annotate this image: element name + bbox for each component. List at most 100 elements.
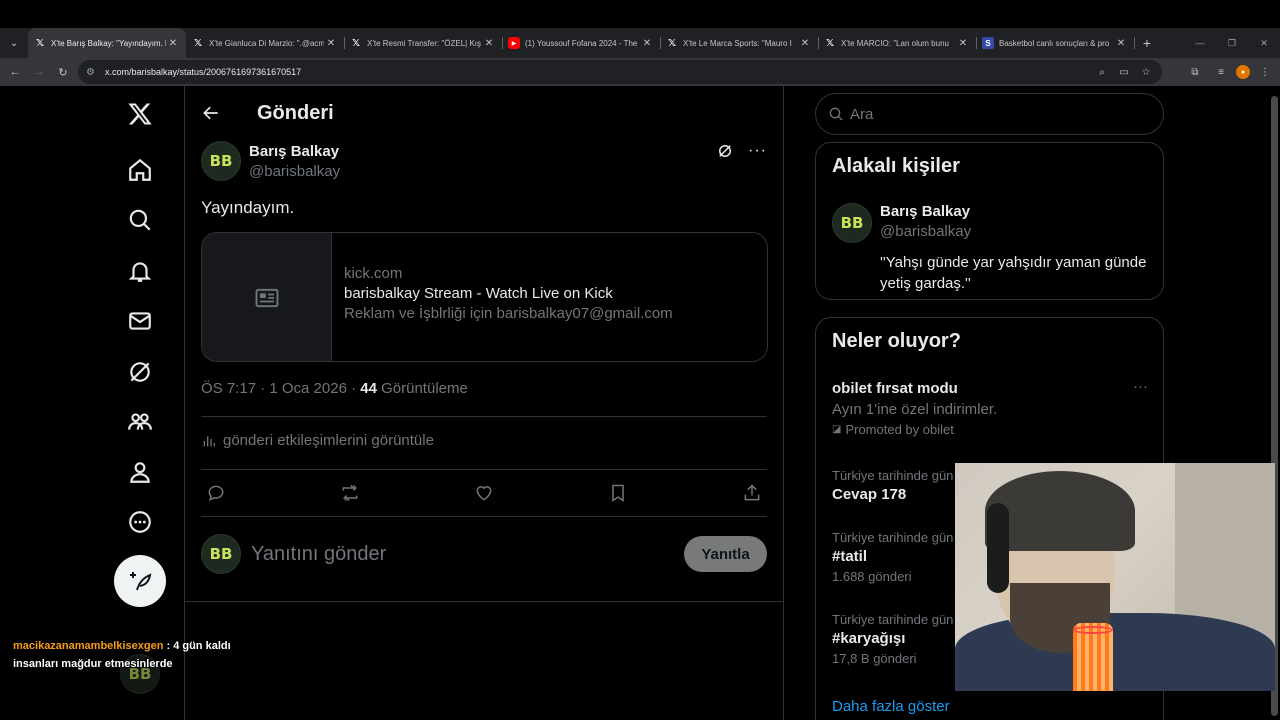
related-user-bio: ''Yahşı günde yar yahşıdır yaman günde y… bbox=[880, 254, 1147, 292]
reload-icon[interactable]: ↻ bbox=[51, 60, 75, 84]
related-user-handle[interactable]: @barisbalkay bbox=[880, 223, 1162, 240]
new-tab-button[interactable]: + bbox=[1134, 35, 1160, 51]
related-user[interactable]: BB Barış Balkay @barisbalkay ''Yahşı gün… bbox=[832, 203, 1162, 294]
tab-title: (1) Youssouf Fofana 2024 - The bbox=[525, 38, 638, 48]
tab-close-icon[interactable]: ✕ bbox=[956, 38, 970, 49]
minimize-icon[interactable]: — bbox=[1184, 28, 1216, 58]
address-bar[interactable]: ⚙ x.com/barisbalkay/status/2006761697361… bbox=[78, 60, 1162, 84]
author-display-name[interactable]: Barış Balkay bbox=[249, 143, 340, 160]
tab-search-button[interactable]: ⌄ bbox=[0, 28, 28, 58]
more-options-dots-icon[interactable]: ··· bbox=[748, 142, 767, 165]
related-user-name[interactable]: Barış Balkay bbox=[880, 203, 1162, 220]
zoom-icon[interactable]: ⌕ bbox=[1094, 67, 1110, 78]
notifications-bell-icon[interactable] bbox=[120, 251, 160, 291]
tab-close-icon[interactable]: ✕ bbox=[1114, 38, 1128, 49]
webcam-person-shirt bbox=[955, 613, 1275, 691]
more-options-icon[interactable] bbox=[120, 502, 160, 542]
messages-mail-icon[interactable] bbox=[120, 301, 160, 341]
site-info-icon[interactable]: ⚙ bbox=[86, 67, 100, 78]
communities-icon[interactable] bbox=[120, 402, 160, 442]
trend-item[interactable]: Türkiye tarihinde gün Cevap 178 bbox=[832, 468, 953, 503]
grok-explain-icon[interactable] bbox=[716, 142, 734, 165]
cast-icon[interactable]: ▭ bbox=[1116, 67, 1132, 78]
left-navigation: BB bbox=[110, 86, 170, 720]
youtube-logo-icon: ▶ bbox=[508, 37, 520, 49]
tab-title: X'te MARCIO: "Lan olum bunu bbox=[841, 38, 949, 48]
card-title: barisbalkay Stream - Watch Live on Kick bbox=[344, 285, 613, 302]
browser-tab[interactable]: S Basketbol canlı sonuçları & pro ✕ bbox=[976, 28, 1135, 58]
related-user-avatar[interactable]: BB bbox=[832, 203, 872, 243]
bookmark-icon[interactable] bbox=[605, 480, 631, 506]
link-card[interactable]: kick.com barisbalkay Stream - Watch Live… bbox=[201, 232, 768, 362]
x-logo-icon: 𝕏 bbox=[193, 37, 203, 49]
tab-close-icon[interactable]: ✕ bbox=[640, 38, 654, 49]
webcam-overlay bbox=[955, 463, 1275, 691]
profile-avatar[interactable]: ● bbox=[1236, 65, 1250, 79]
trend-context: Türkiye tarihinde gün bbox=[832, 530, 954, 545]
x-logo-icon: 𝕏 bbox=[667, 37, 677, 49]
trend-item[interactable]: Türkiye tarihinde gün #tatil 1.688 gönde… bbox=[832, 530, 953, 584]
tab-close-icon[interactable]: ✕ bbox=[166, 38, 180, 49]
author-handle[interactable]: @barisbalkay bbox=[249, 163, 340, 180]
divider bbox=[201, 516, 767, 517]
tweet-text: Yayındayım. bbox=[201, 198, 295, 217]
promoted-by: ◪ Promoted by obilet bbox=[832, 422, 1148, 437]
back-arrow-icon[interactable] bbox=[185, 86, 237, 140]
search-input[interactable]: Ara bbox=[815, 93, 1164, 135]
browser-tab[interactable]: ▶ (1) Youssouf Fofana 2024 - The ✕ bbox=[502, 28, 661, 58]
tab-separator bbox=[1134, 37, 1135, 49]
show-more-link[interactable]: Daha fazla göster bbox=[832, 698, 950, 715]
browser-tab[interactable]: 𝕏 X'te Barış Balkay: "Yayındayım. h ✕ bbox=[28, 28, 186, 58]
like-heart-icon[interactable] bbox=[471, 480, 497, 506]
explore-search-icon[interactable] bbox=[120, 200, 160, 240]
chat-username: macikazanamambelkisexgen bbox=[13, 640, 164, 652]
x-logo-icon[interactable] bbox=[120, 94, 160, 134]
grok-icon[interactable] bbox=[120, 352, 160, 392]
reply-icon[interactable] bbox=[203, 480, 229, 506]
divider bbox=[185, 601, 783, 602]
browser-tab[interactable]: 𝕏 X'te MARCIO: "Lan olum bunu ✕ bbox=[818, 28, 977, 58]
reply-input[interactable]: Yanıtını gönder bbox=[251, 543, 684, 566]
promoted-icon: ◪ bbox=[832, 424, 842, 435]
compose-post-button[interactable] bbox=[114, 555, 166, 607]
browser-menu-icon[interactable]: ⋮ bbox=[1254, 61, 1276, 83]
headphone-icon bbox=[987, 503, 1009, 593]
view-engagements-link[interactable]: gönderi etkileşimlerini görüntüle bbox=[201, 432, 434, 449]
back-nav-icon[interactable]: ← bbox=[3, 60, 27, 84]
trend-count: 17,8 B gönderi bbox=[832, 651, 917, 666]
extensions-icon[interactable]: ⧉ bbox=[1184, 61, 1206, 83]
close-window-icon[interactable]: ✕ bbox=[1248, 28, 1280, 58]
browser-tab[interactable]: 𝕏 X'te Resmi Transfer: "ÖZEL| Kış ✕ bbox=[344, 28, 503, 58]
forward-nav-icon[interactable]: → bbox=[27, 60, 51, 84]
profile-icon[interactable] bbox=[120, 452, 160, 492]
home-icon[interactable] bbox=[120, 150, 160, 190]
tweet-author: BB Barış Balkay @barisbalkay bbox=[201, 141, 340, 181]
repost-icon[interactable] bbox=[337, 480, 363, 506]
author-avatar[interactable]: BB bbox=[201, 141, 241, 181]
trend-more-icon[interactable]: ··· bbox=[1133, 378, 1148, 395]
restore-icon[interactable]: ❐ bbox=[1216, 28, 1248, 58]
related-people-panel: Alakalı kişiler BB Barış Balkay @barisba… bbox=[815, 142, 1164, 300]
media-control-icon[interactable]: ≡ bbox=[1210, 61, 1232, 83]
reply-composer: BB Yanıtını gönder Yanıtla bbox=[201, 532, 767, 576]
trend-count: 1.688 gönderi bbox=[832, 569, 912, 584]
tab-close-icon[interactable]: ✕ bbox=[482, 38, 496, 49]
post-header: Gönderi bbox=[185, 86, 783, 140]
stream-chat-overlay: macikazanamambelkisexgen : 4 gün kaldı i… bbox=[13, 637, 273, 673]
feather-plus-icon bbox=[130, 572, 152, 591]
tweet-timestamp[interactable]: ÖS 7:17 · 1 Oca 2026 · bbox=[201, 380, 360, 397]
browser-tab[interactable]: 𝕏 X'te Gianluca Di Marzio: ".@acm ✕ bbox=[186, 28, 345, 58]
browser-tab[interactable]: 𝕏 X'te Le Marca Sports: "Mauro I ✕ bbox=[660, 28, 819, 58]
x-logo-icon: 𝕏 bbox=[35, 37, 45, 49]
tab-close-icon[interactable]: ✕ bbox=[798, 38, 812, 49]
flashscore-logo-icon: S bbox=[982, 37, 994, 49]
bookmark-star-icon[interactable]: ☆ bbox=[1138, 67, 1154, 78]
trend-item[interactable]: Türkiye tarihinde gün #karyağışı 17,8 B … bbox=[832, 612, 953, 666]
promoted-trend[interactable]: obilet fırsat modu Ayın 1'ine özel indir… bbox=[832, 378, 1148, 437]
search-placeholder: Ara bbox=[850, 105, 874, 123]
share-icon[interactable] bbox=[739, 480, 765, 506]
reply-button[interactable]: Yanıtla bbox=[684, 536, 767, 572]
window-controls: — ❐ ✕ bbox=[1184, 28, 1280, 58]
tab-close-icon[interactable]: ✕ bbox=[324, 38, 338, 49]
related-title: Alakalı kişiler bbox=[832, 155, 960, 177]
